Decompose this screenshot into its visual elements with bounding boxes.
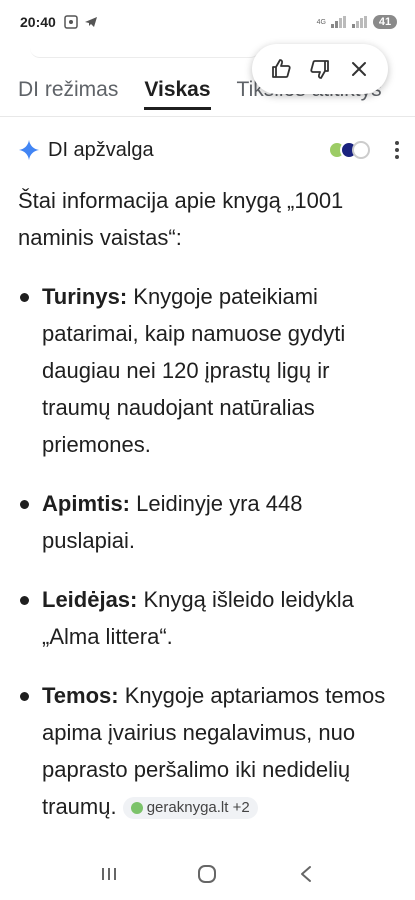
thumbs-down-icon bbox=[310, 60, 329, 79]
info-list: Turinys: Knygoje pateikiami patarimai, k… bbox=[18, 278, 400, 825]
list-item-temos: Temos: Knygoje aptariamos temos apima įv… bbox=[18, 677, 400, 825]
feedback-popup bbox=[252, 44, 388, 94]
recent-apps-icon bbox=[102, 868, 117, 880]
network-label: 4G bbox=[316, 18, 326, 26]
sparkle-icon bbox=[18, 139, 40, 161]
signal-icon bbox=[331, 16, 346, 28]
status-notification-icons bbox=[64, 15, 98, 29]
recent-apps-button[interactable] bbox=[89, 854, 129, 894]
search-bar-edge[interactable] bbox=[30, 44, 260, 58]
back-button[interactable] bbox=[286, 854, 326, 894]
close-button[interactable] bbox=[342, 52, 376, 86]
bullet-label: Leidėjas: bbox=[42, 587, 138, 612]
close-icon bbox=[351, 62, 366, 76]
ai-overview-content: Štai informacija apie knygą „1001 namini… bbox=[18, 182, 400, 847]
status-right: 4G 41 bbox=[317, 15, 397, 29]
source-favicon-icon bbox=[130, 802, 143, 815]
thumbs-up-icon bbox=[272, 59, 291, 78]
back-icon bbox=[300, 866, 311, 882]
intro-text: Štai informacija apie knygą „1001 namini… bbox=[18, 188, 344, 250]
list-item-apimtis: Apimtis: Leidinyje yra 448 puslapiai. bbox=[18, 485, 400, 559]
source-avatars[interactable] bbox=[328, 141, 370, 159]
bullet-text: Knygoje pateikiami patarimai, kaip namuo… bbox=[42, 284, 346, 457]
status-bar: 20:40 4G 41 bbox=[0, 0, 415, 44]
source-avatar bbox=[352, 141, 370, 159]
list-item-turinys: Turinys: Knygoje pateikiami patarimai, k… bbox=[18, 278, 400, 463]
divider bbox=[0, 116, 415, 117]
source-chip-label: geraknyga.lt +2 bbox=[146, 799, 250, 817]
ai-overview-header: DI apžvalga bbox=[18, 132, 400, 168]
home-button[interactable] bbox=[187, 854, 227, 894]
source-chip[interactable]: geraknyga.lt +2 bbox=[122, 797, 258, 820]
tab-di-rezimas[interactable]: DI režimas bbox=[18, 70, 118, 110]
thumbs-up-button[interactable] bbox=[264, 52, 298, 86]
bullet-label: Turinys: bbox=[42, 284, 128, 309]
battery-level: 41 bbox=[373, 15, 397, 29]
bullet-label: Temos: bbox=[42, 683, 119, 708]
signal-icon-2 bbox=[352, 16, 367, 28]
system-nav-bar bbox=[0, 848, 415, 900]
home-icon bbox=[198, 865, 217, 883]
thumbs-down-button[interactable] bbox=[303, 52, 337, 86]
list-item-leidejas: Leidėjas: Knygą išleido leidykla „Alma l… bbox=[18, 581, 400, 655]
status-time: 20:40 bbox=[20, 14, 56, 30]
ai-overview-title: DI apžvalga bbox=[48, 138, 154, 161]
telegram-icon bbox=[84, 17, 97, 27]
more-options-icon[interactable] bbox=[394, 140, 400, 160]
screenshot-icon bbox=[64, 15, 78, 29]
bullet-label: Apimtis: bbox=[42, 491, 130, 516]
tab-viskas[interactable]: Viskas bbox=[144, 70, 211, 110]
